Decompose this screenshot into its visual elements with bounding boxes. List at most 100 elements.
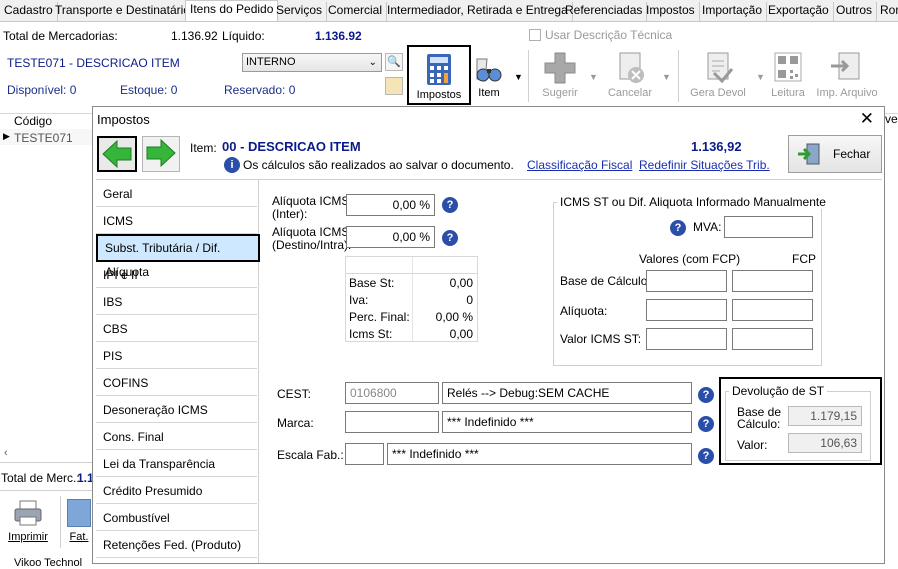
fechar-button[interactable]: Fechar — [788, 135, 882, 173]
import-file-icon — [829, 51, 865, 85]
row-pointer-icon: ▶ — [3, 131, 10, 141]
previous-item-button[interactable] — [97, 136, 137, 172]
close-icon[interactable]: ✕ — [860, 110, 874, 128]
grid-row-codigo[interactable]: TESTE071 — [14, 131, 73, 145]
tab-cadastro[interactable]: Cadastro — [0, 2, 58, 21]
mva-input[interactable] — [724, 216, 813, 238]
aliquota-input[interactable] — [646, 299, 727, 321]
mva-label: MVA: — [693, 220, 722, 234]
escala-input[interactable] — [345, 443, 384, 465]
tab-importacao[interactable]: Importação — [698, 2, 768, 21]
nav-cbs[interactable]: CBS — [96, 316, 257, 342]
usar-desc-checkbox[interactable] — [529, 29, 541, 41]
nav-retencoes-fed[interactable]: Retenções Fed. (Produto) — [96, 532, 257, 558]
leitura-button[interactable]: Leitura — [768, 45, 808, 105]
invoice-icon — [67, 499, 91, 527]
tab-transporte[interactable]: Transporte e Destinatário — [51, 2, 195, 21]
link-redefinir-situacoes[interactable]: Redefinir Situações Trib. — [639, 158, 770, 172]
nav-lei-transparencia[interactable]: Lei da Transparência — [96, 451, 257, 477]
tab-comercial[interactable]: Comercial — [324, 2, 388, 21]
valor-icms-st-label: Valor ICMS ST: — [560, 332, 642, 346]
help-icon[interactable]: ? — [670, 220, 686, 236]
info-text: Os cálculos são realizados ao salvar o d… — [243, 158, 514, 172]
valor-icms-st-fcp-input[interactable] — [732, 328, 813, 350]
fat-button[interactable]: Fat. — [66, 496, 92, 550]
cancelar-button[interactable]: Cancelar — [604, 45, 656, 105]
sugerir-button[interactable]: Sugerir — [538, 45, 582, 105]
st-label: Icms St: — [349, 327, 393, 341]
link-classificacao-fiscal[interactable]: Classificação Fiscal — [527, 158, 632, 172]
tipo-select[interactable]: INTERNO ⌄ — [242, 53, 382, 72]
impostos-label: Impostos — [416, 89, 462, 101]
st-label: Base St: — [349, 276, 395, 290]
help-icon[interactable]: ? — [442, 197, 458, 213]
nav-subst-tributaria[interactable]: Subst. Tributária / Dif. Alíquota — [96, 234, 260, 279]
nav-pis[interactable]: PIS — [96, 343, 257, 369]
nav-ipi-ii[interactable]: IPI e II — [96, 262, 257, 288]
bottom-total-label: Total de Merc.: — [1, 471, 80, 485]
imp-arquivo-button[interactable]: Imp. Arquivo — [814, 45, 880, 105]
help-icon[interactable]: ? — [698, 416, 714, 432]
aliq-destino-label-1: Alíquota ICMS — [272, 225, 350, 239]
nav-icms[interactable]: ICMS — [96, 208, 257, 234]
tab-outros[interactable]: Outros — [832, 2, 878, 21]
search-icon[interactable]: 🔍 — [385, 53, 403, 71]
gera-devol-label: Gera Devol — [690, 87, 746, 99]
tab-bar: Cadastro Transporte e Destinatário Itens… — [0, 0, 898, 22]
nav-geral[interactable]: Geral — [96, 181, 257, 207]
cest-description: Relés --> Debug:SEM CACHE — [442, 382, 692, 404]
chevron-down-icon: ⌄ — [368, 57, 377, 68]
base-calculo-fcp-input[interactable] — [732, 270, 813, 292]
aliq-inter-label-2: (Inter): — [272, 207, 308, 221]
disponivel: Disponível: 0 — [7, 83, 77, 97]
arrow-left-icon — [102, 139, 132, 169]
nav-ibs[interactable]: IBS — [96, 289, 257, 315]
item-dropdown-icon[interactable]: ▼ — [514, 72, 523, 82]
gera-devol-button[interactable]: Gera Devol — [688, 45, 748, 105]
cancelar-dropdown-icon[interactable]: ▼ — [662, 72, 671, 82]
impostos-button[interactable]: Impostos — [407, 45, 471, 105]
help-icon[interactable]: ? — [698, 448, 714, 464]
return-document-icon — [700, 51, 736, 85]
aliq-destino-input[interactable]: 0,00 % — [346, 226, 435, 248]
manual-group-title: ICMS ST ou Dif. Aliquota Informado Manua… — [557, 195, 829, 209]
item-label: Item: — [190, 141, 217, 155]
tab-impostos[interactable]: Impostos — [642, 2, 700, 21]
tipo-select-value: INTERNO — [246, 56, 296, 68]
imprimir-button[interactable]: Imprimir — [3, 496, 53, 550]
aliq-destino-label-2: (Destino/Intra): — [272, 238, 352, 252]
fcp-header: FCP — [792, 252, 816, 266]
tab-servicos[interactable]: Serviços — [272, 2, 328, 21]
folder-icon[interactable] — [385, 77, 403, 95]
imp-arquivo-label: Imp. Arquivo — [816, 87, 878, 99]
nav-cons-final[interactable]: Cons. Final — [96, 424, 257, 450]
marca-input[interactable] — [345, 411, 439, 433]
help-icon[interactable]: ? — [442, 230, 458, 246]
help-icon[interactable]: ? — [698, 387, 714, 403]
nav-combustivel[interactable]: Combustível — [96, 505, 257, 531]
next-item-button[interactable] — [142, 136, 180, 172]
nav-cofins[interactable]: COFINS — [96, 370, 257, 396]
gera-devol-dropdown-icon[interactable]: ▼ — [756, 72, 765, 82]
nav-desoneracao-icms[interactable]: Desoneração ICMS — [96, 397, 257, 423]
devolucao-st-title: Devolução de ST — [729, 384, 828, 398]
estoque: Estoque: 0 — [120, 83, 178, 97]
tab-rom[interactable]: Rom — [876, 2, 898, 21]
item-value: 00 - DESCRICAO ITEM — [222, 139, 361, 154]
base-calculo-input[interactable] — [646, 270, 727, 292]
fat-label: Fat. — [69, 531, 89, 543]
tab-intermediador[interactable]: Intermediador, Retirada e Entrega — [383, 2, 573, 21]
aliq-inter-input[interactable]: 0,00 % — [346, 194, 435, 216]
scroll-left-icon[interactable]: ‹ — [4, 447, 8, 459]
valor-icms-st-input[interactable] — [646, 328, 727, 350]
tab-referenciadas[interactable]: Referenciadas — [561, 2, 648, 21]
tab-exportacao[interactable]: Exportação — [764, 2, 834, 21]
sugerir-dropdown-icon[interactable]: ▼ — [589, 72, 598, 82]
aliquota-fcp-input[interactable] — [732, 299, 813, 321]
reservado: Reservado: 0 — [224, 83, 296, 97]
nav-credito-presumido[interactable]: Crédito Presumido — [96, 478, 257, 504]
item-button[interactable]: Item — [472, 45, 506, 105]
cest-input[interactable]: 0106800 — [345, 382, 439, 404]
tab-itens-pedido[interactable]: Itens do Pedido — [185, 0, 279, 21]
liquido-label: Líquido: — [222, 29, 265, 43]
